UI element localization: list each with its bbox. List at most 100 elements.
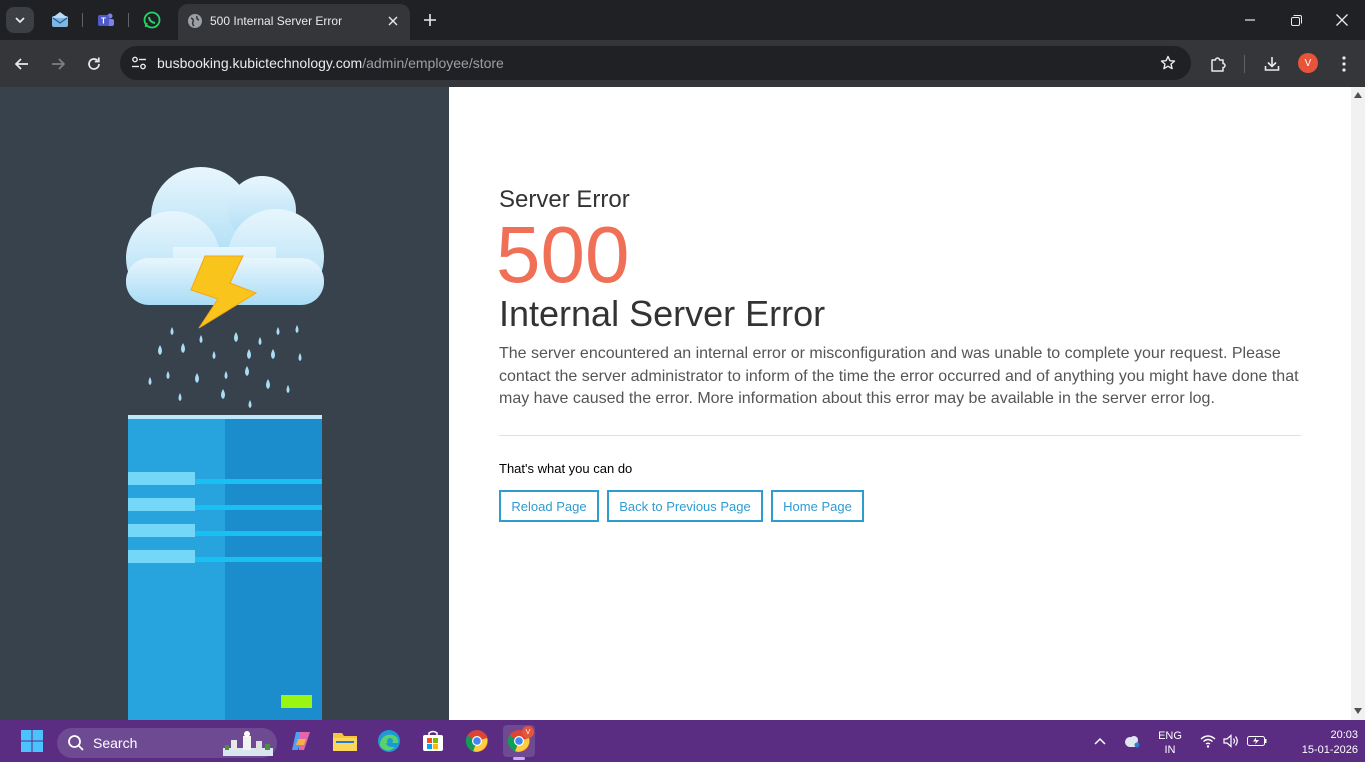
taskbar-search[interactable]: Search — [57, 728, 277, 758]
start-button[interactable] — [16, 725, 48, 757]
tab-strip: T 500 Internal Server Error — [0, 0, 1365, 40]
refresh-icon — [88, 57, 100, 70]
forward-button[interactable] — [44, 50, 72, 78]
puzzle-icon — [1211, 57, 1226, 72]
close-icon — [388, 16, 398, 26]
language-code: ENG — [1158, 730, 1182, 742]
tab-search-button[interactable] — [6, 7, 34, 33]
close-window-button[interactable] — [1319, 0, 1365, 40]
region-code: IN — [1164, 744, 1176, 756]
actions-label: That's what you can do — [499, 461, 633, 476]
tab-separator — [128, 13, 129, 27]
pinned-tab-whatsapp[interactable] — [140, 8, 164, 32]
pinned-tab-teams[interactable]: T — [94, 8, 118, 32]
windows-logo-icon — [21, 730, 43, 752]
page-scrollbar[interactable] — [1351, 87, 1365, 720]
battery-charging-icon — [1247, 736, 1267, 746]
back-button[interactable] — [8, 50, 36, 78]
chevron-up-icon — [1094, 737, 1106, 745]
pinned-tab-mail[interactable] — [48, 8, 72, 32]
file-explorer-app[interactable] — [329, 725, 361, 757]
back-to-previous-page-button[interactable]: Back to Previous Page — [607, 490, 763, 522]
chrome-icon — [465, 730, 488, 752]
scroll-down-arrow-icon[interactable] — [1354, 708, 1362, 714]
error-code: 500 — [496, 210, 630, 299]
chrome-profile-app[interactable]: V — [503, 725, 535, 760]
status-led — [281, 695, 312, 708]
chevron-down-icon — [15, 17, 25, 24]
restore-button[interactable] — [1273, 0, 1319, 40]
extensions-button[interactable] — [1204, 50, 1232, 78]
tab-separator — [82, 13, 83, 27]
url-host: busbooking.kubictechnology.com — [157, 55, 363, 71]
star-icon — [1160, 55, 1176, 70]
scroll-up-arrow-icon[interactable] — [1354, 92, 1362, 98]
profile-avatar[interactable]: V — [1298, 53, 1318, 73]
new-tab-button[interactable] — [418, 8, 442, 32]
tab-close-button[interactable] — [384, 12, 402, 30]
divider — [499, 435, 1301, 436]
active-tab[interactable]: 500 Internal Server Error — [178, 4, 410, 40]
downloads-button[interactable] — [1258, 50, 1286, 78]
more-vertical-icon — [1342, 56, 1346, 72]
teams-icon: T — [98, 13, 114, 26]
clock[interactable]: 20:03 15-01-2026 — [1280, 729, 1358, 756]
illustration-panel — [0, 87, 449, 720]
page-viewport: Server Error 500 Internal Server Error T… — [0, 87, 1351, 720]
site-info-button[interactable] — [128, 52, 150, 74]
address-bar[interactable]: busbooking.kubictechnology.com/admin/emp… — [120, 46, 1191, 80]
tune-icon — [132, 56, 146, 70]
url-path: /admin/employee/store — [362, 55, 504, 71]
svg-text:T: T — [101, 17, 106, 26]
tab-title: 500 Internal Server Error — [210, 14, 343, 28]
clock-time: 20:03 — [1330, 729, 1358, 741]
browser-toolbar: busbooking.kubictechnology.com/admin/emp… — [0, 40, 1365, 87]
toolbar-separator — [1244, 55, 1245, 73]
url-text[interactable]: busbooking.kubictechnology.com/admin/emp… — [157, 55, 504, 71]
server-storm-illustration — [126, 167, 324, 720]
show-hidden-icons-button[interactable] — [1086, 725, 1114, 757]
wifi-tray-button[interactable] — [1196, 725, 1220, 757]
edge-icon — [378, 730, 400, 752]
error-title: Internal Server Error — [499, 293, 826, 334]
search-placeholder: Search — [93, 735, 138, 751]
profile-badge: V — [522, 726, 534, 738]
edge-app[interactable] — [373, 725, 405, 757]
wifi-icon — [1200, 735, 1216, 748]
copilot-icon — [292, 732, 310, 750]
cloud-icon — [1125, 736, 1140, 748]
error-description: The server encountered an internal error… — [499, 345, 1299, 407]
download-icon — [1264, 57, 1280, 71]
home-page-button[interactable]: Home Page — [771, 490, 864, 522]
reload-page-button[interactable]: Reload Page — [499, 490, 599, 522]
store-icon — [423, 730, 443, 751]
minimize-button[interactable] — [1227, 0, 1273, 40]
folder-icon — [333, 733, 357, 751]
copilot-app[interactable] — [285, 725, 317, 757]
weather-tray-button[interactable] — [1118, 725, 1146, 757]
close-icon — [1336, 14, 1348, 26]
arrow-right-icon — [52, 58, 66, 70]
battery-tray-button[interactable] — [1244, 725, 1270, 757]
clock-date: 15-01-2026 — [1301, 744, 1358, 756]
volume-tray-button[interactable] — [1220, 725, 1242, 757]
globe-icon — [188, 14, 202, 28]
restore-icon — [1290, 14, 1302, 26]
search-icon — [68, 735, 84, 751]
whatsapp-icon — [143, 11, 161, 29]
language-indicator[interactable]: ENG IN — [1152, 730, 1188, 756]
bookmark-button[interactable] — [1157, 52, 1179, 74]
arrow-left-icon — [14, 58, 28, 70]
store-app[interactable] — [417, 725, 449, 757]
menu-button[interactable] — [1330, 50, 1358, 78]
plus-icon — [424, 14, 436, 26]
raindrops — [148, 325, 302, 408]
chrome-app[interactable] — [461, 725, 493, 757]
server-tower-icon — [128, 415, 322, 720]
minimize-icon — [1245, 19, 1255, 21]
windows-taskbar: Search V ENG IN 20:03 15-01-2026 — [0, 720, 1365, 762]
speaker-icon — [1223, 734, 1238, 748]
search-highlight-icon — [223, 731, 273, 756]
mail-app-icon — [52, 12, 68, 27]
reload-button[interactable] — [80, 50, 108, 78]
